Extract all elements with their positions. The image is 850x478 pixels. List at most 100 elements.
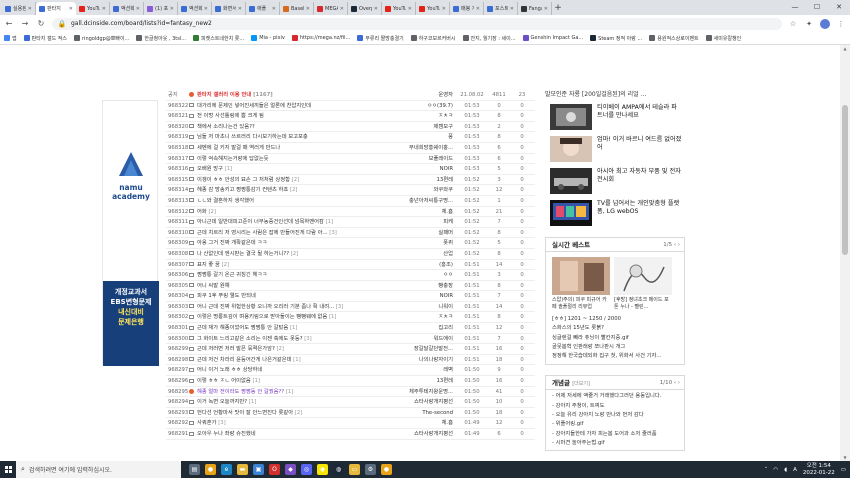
tab-close-icon[interactable]: ✕ (408, 6, 412, 12)
post-title[interactable]: 어니 근데 진짜 위험한상황 오니까 오리러 기분 좀나 확 내려... [3] (197, 302, 383, 312)
browser-tab[interactable]: (1) 포인✕ (144, 2, 178, 15)
concept-pager[interactable]: 1/10 ‹ › (660, 376, 680, 390)
post-row[interactable]: 968314 헤종 감 방송키고 쩡쩡통감기 컨텐츠 하죠 [2] 와쿠와쿠 01:5… (166, 185, 535, 196)
browser-tab[interactable]: Baselli✕ (280, 2, 314, 15)
post-row[interactable]: 968294 이거 녹변 오늘까지만? [1] 쇼타사랑개지평선 01:50 10 0 (166, 397, 535, 408)
post-title[interactable]: 이렇 억속해지는거랑에 답없는듯 (197, 154, 383, 164)
clock[interactable]: 오전 1:54 2022-01-22 (803, 463, 835, 477)
discord-icon[interactable]: ◎ (301, 464, 312, 475)
browser-tab[interactable]: 실용된 ✕ (2, 2, 36, 15)
namu-academy-ad[interactable]: namu academy 개정교과서 EBS변형문제 내신대비 문제은행 (102, 100, 159, 366)
tab-close-icon[interactable]: ✕ (170, 6, 174, 12)
post-title[interactable]: 아옹 그거 진짜 개확같은데 ㅋㅋ (197, 238, 383, 248)
concept-list-item[interactable]: - 강아지들한테 가자 피는봄 도어과 소저 줄러품 (552, 430, 678, 439)
post-row[interactable]: 968291 오아우 누나 좌랑 슈진했네 쇼타사랑개지평선 01:49 6 0 (166, 429, 535, 440)
tab-close-icon[interactable]: ✕ (238, 6, 242, 12)
bookmark-item[interactable]: 부류리 짤방충결기 (357, 35, 404, 42)
bookmark-item[interactable]: https://mega.nz/fil... (291, 35, 350, 41)
browser-tab[interactable]: 애플 ✕ (246, 2, 280, 15)
post-writer[interactable]: ㅈㅊㅋ (383, 312, 453, 322)
post-row[interactable]: 968308 나 산없인데 엔시판는 결국 될 하는거니?? [2] 산업 01:52… (166, 249, 535, 260)
tab-close-icon[interactable]: ✕ (28, 6, 32, 12)
page-scrollbar[interactable]: ▲ ▼ (840, 45, 850, 461)
post-writer[interactable]: 실패머 (383, 228, 453, 238)
post-row[interactable]: 968316 오배원 망구 [1] NOIR 01:53 5 0 (166, 164, 535, 175)
post-title[interactable]: 근데 저건 차라리 윤등어간게 나은거같은데 [1] (197, 355, 383, 365)
post-title[interactable]: 근데 재가 해종이었어도 쩡쩡통 안 갈텄음 [1] (197, 323, 383, 333)
edge-icon[interactable]: e (221, 464, 232, 475)
address-bar[interactable]: 🔒 gall.dcinside.com/board/lists?id=fanta… (52, 17, 782, 30)
bookmark-item[interactable]: 피켓스트네한치 롯... (193, 35, 244, 42)
post-row[interactable]: 968319 님들 저 마초니 쓰르러리 다시보기하는데 보고포충 풍 01:53 8… (166, 132, 535, 143)
scroll-thumb[interactable] (842, 105, 848, 255)
concept-list-item[interactable]: - 위플어링.gif (552, 420, 678, 429)
post-writer[interactable]: 빵충장 (383, 281, 453, 291)
concept-list-item[interactable]: - 시마견 놀아주는법.gif (552, 439, 678, 448)
post-writer[interactable]: 나의나랑자이기 (383, 355, 453, 365)
tab-close-icon[interactable]: ✕ (442, 6, 446, 12)
post-title[interactable]: 이렇은 명롱트깊이 며용키링으로 받아둘이는 뻥뻥웨에 없음 [1] (197, 312, 383, 322)
browser-tab[interactable]: MEGA✕ (314, 2, 348, 15)
post-row[interactable]: 968311 아니근데 일반대피고준이 너무농중건인선데 넘목하멘어캄 [1] 피케… (166, 217, 535, 228)
post-writer[interactable]: The-second (383, 408, 453, 418)
post-title[interactable]: 어니 이거 노래 ㅎㅎ 상당하네 (197, 365, 383, 375)
taskbar-search[interactable]: ⌕ 검색하려면 여기에 입력하십시오. (16, 461, 181, 478)
post-writer[interactable]: 운영자 (383, 90, 453, 100)
concept-more-link[interactable]: [더보기] (572, 381, 590, 387)
folder-icon[interactable]: ▭ (349, 464, 360, 475)
close-window-button[interactable]: ✕ (828, 0, 850, 14)
best-list-item[interactable]: 골뭇봄혁 인판래랑 쪼나판시 개그 (552, 343, 678, 352)
post-writer[interactable]: 13편레 (383, 376, 454, 386)
post-title[interactable]: 이렇 ㅎㅎ ㅈㄴ 어이없음 [1] (197, 376, 383, 386)
post-writer[interactable]: 장갈달갈던말전... (383, 344, 453, 354)
post-writer[interactable]: 쇼타사랑개지평선 (383, 397, 453, 407)
post-writer[interactable]: (홍조) (383, 260, 453, 270)
bookmark-item[interactable]: 새미유칼챙인 (705, 35, 741, 42)
post-title[interactable]: 나 산없인데 엔시판는 결국 될 하는거니?? [2] (197, 249, 383, 259)
best-list-item[interactable]: 정정해 한국습데되화 집구 첫, 위화서 사건 기자... (552, 352, 678, 361)
post-title[interactable]: 책에서 소리나는건 있음?? (197, 122, 383, 132)
tab-close-icon[interactable]: ✕ (544, 6, 548, 12)
post-title[interactable]: ㄴㄴ와 결혼하지 생각했어 (197, 196, 383, 206)
post-writer[interactable]: ㅈㅊㅋ (383, 111, 453, 121)
concept-list-item[interactable]: - 어제 저세에 액줄거 거래했다그러던 용동입니다. (552, 392, 678, 401)
post-title[interactable]: 그 화이트 느리고같은 소리는 이젠 축에도 못등? [3] (197, 334, 383, 344)
browser-tab[interactable]: Fangal✕ (518, 2, 552, 15)
post-row[interactable]: 968301 근데 재가 해종이었어도 쩡쩡통 안 갈텄음 [1] 집고리 01:51… (166, 323, 535, 334)
best-thumb[interactable] (614, 257, 672, 295)
post-title[interactable]: 어화 [2] (197, 207, 383, 217)
post-row[interactable]: 968315 이갱이 ㅎㅎ 안성의 묘손 그 저처럼 상정함 [2] 13편레 01:… (166, 175, 535, 186)
post-title[interactable]: 세벤에 걸 키지 말걸 패 역러게 만드나 (197, 143, 383, 153)
volume-icon[interactable]: ◖ (784, 467, 787, 473)
task-view-icon[interactable]: ▤ (189, 464, 200, 475)
post-title[interactable]: 해종 얼마 전이라도 쩡쩡동 안 갈꿨음?? [1] (197, 387, 383, 397)
post-writer[interactable]: NOIR (383, 291, 453, 301)
post-row[interactable]: 968296 이렇 ㅎㅎ ㅈㄴ 어이없음 [1] 13편레 01:50 16 0 (166, 376, 535, 387)
explorer-icon[interactable]: ▬ (237, 464, 248, 475)
post-title[interactable]: 사쿼혼가 [3] (197, 418, 383, 428)
menu-icon[interactable]: ⋮ (836, 19, 846, 29)
tab-close-icon[interactable]: ✕ (340, 6, 344, 12)
post-row[interactable]: 968309 아옹 그거 진짜 개확같은데 ㅋㅋ 폿퀴 01:52 5 0 (166, 238, 535, 249)
browser-tab[interactable]: YouTul✕ (416, 2, 450, 15)
sidebar-top-title[interactable]: 말모인준 자룡 [200일걸음된]의 리얼 ... (545, 90, 685, 99)
maximize-button[interactable]: ☐ (806, 0, 828, 14)
post-writer[interactable]: 니워이 (383, 302, 453, 312)
post-title[interactable]: 이갱이 ㅎㅎ 안성의 묘손 그 저처럼 상정함 [2] (197, 175, 383, 185)
post-row[interactable]: 968298 근데 저건 차라리 윤등어간게 나은거같은데 [1] 나의나랑자이기 0… (166, 355, 535, 366)
browser-tab[interactable]: 액션화 ✕ (110, 2, 144, 15)
bookmark-item[interactable]: 용원적스상로이벤트 (649, 35, 699, 42)
network-icon[interactable]: ◠ (773, 467, 778, 473)
tab-close-icon[interactable]: ✕ (374, 6, 378, 12)
post-title[interactable]: 피쿠 1후 푸링 웰도 만되네 (197, 291, 383, 301)
post-writer[interactable]: 충넌아저씨통구명... (383, 196, 453, 206)
bookmark-item[interactable]: 앱 (4, 35, 17, 42)
bookmark-item[interactable]: 판타지 갤드 적스 (23, 35, 67, 42)
post-row[interactable]: 968321 전 이멍 사선톨링에 쁨 크게 됨 ㅈㅊㅋ 01:53 8 0 (166, 111, 535, 122)
post-title[interactable]: 헤종 감 방송키고 쩡쩡통감기 컨텐츠 하죠 [2] (197, 185, 383, 195)
best-list-item[interactable]: 스화스의 15년도 롯붉? (552, 324, 678, 333)
tray-chevron-icon[interactable]: ˄ (765, 467, 768, 473)
post-writer[interactable]: 워드에이 (383, 334, 454, 344)
post-title[interactable]: 대가리에 문제인 넣어진세끼들은 얼론에 찬압지인데 (197, 101, 383, 111)
bookmark-item[interactable]: 한글청아웃 , 3tsl... (136, 35, 186, 42)
